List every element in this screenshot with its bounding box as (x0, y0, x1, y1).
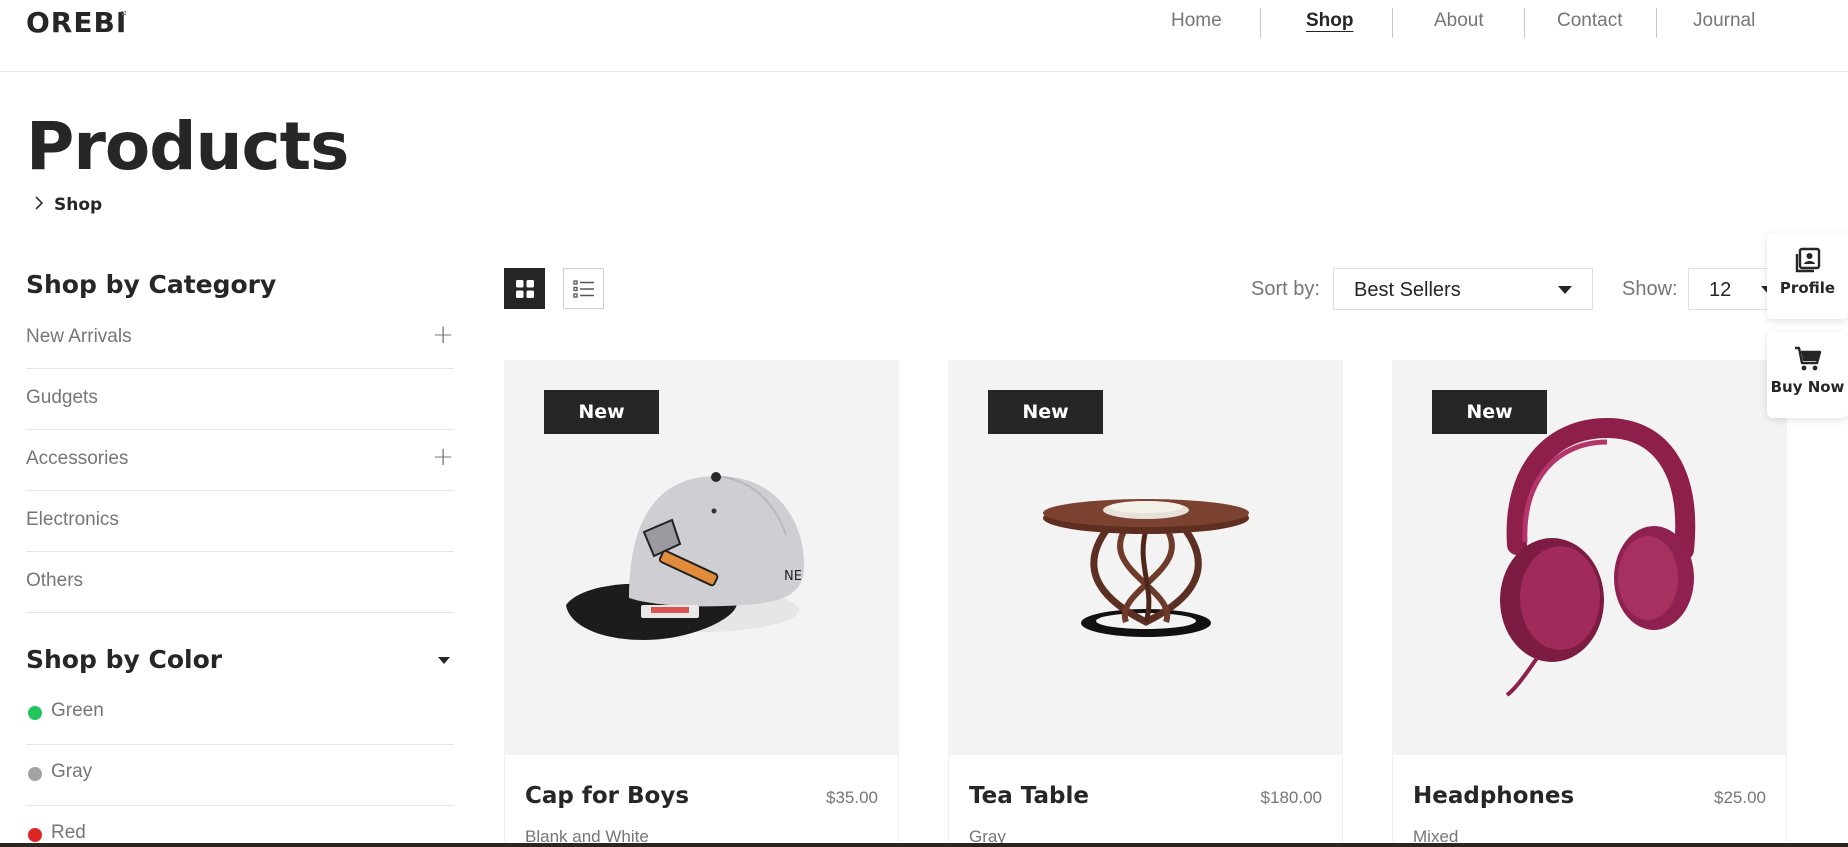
product-price: $25.00 (1714, 788, 1766, 807)
grid-icon (515, 279, 534, 298)
breadcrumb-current[interactable]: Shop (54, 195, 102, 215)
nav-divider (1656, 8, 1657, 38)
site-header: OREBI ⠶ Home Shop About Contact Journal (0, 0, 1848, 72)
nav-about[interactable]: About (1434, 10, 1484, 32)
product-image[interactable]: NE New (504, 360, 899, 755)
cart-icon (1794, 346, 1821, 371)
product-info: Headphones $25.00 Mixed (1392, 755, 1787, 847)
grid-view-button[interactable] (504, 268, 545, 309)
nav-divider (1524, 8, 1525, 38)
nav-divider (1392, 8, 1393, 38)
caret-down-icon (1558, 286, 1572, 294)
category-label: Electronics (26, 509, 119, 530)
product-card[interactable]: NE New Cap for Boys $35.00 Blank and Whi… (504, 360, 899, 847)
product-card[interactable]: New Headphones $25.00 Mixed (1392, 360, 1787, 847)
nav-journal[interactable]: Journal (1693, 10, 1755, 32)
product-info: Tea Table $180.00 Gray (948, 755, 1343, 847)
new-badge: New (988, 390, 1103, 434)
logo-mark-icon: ⠶ (120, 8, 128, 19)
svg-text:NE: NE (784, 569, 802, 584)
nav-home[interactable]: Home (1171, 10, 1222, 32)
product-image[interactable]: New (948, 360, 1343, 755)
nav-divider (1260, 8, 1261, 38)
color-label: Green (51, 700, 104, 721)
category-electronics[interactable]: Electronics (26, 491, 454, 552)
buy-now-button[interactable]: Buy Now (1767, 332, 1848, 418)
color-swatch (28, 828, 42, 842)
product-name[interactable]: Tea Table (969, 783, 1089, 809)
buy-now-label: Buy Now (1770, 378, 1845, 396)
color-label: Gray (51, 761, 93, 782)
page-title: Products (26, 108, 349, 185)
category-new-arrivals[interactable]: New Arrivals + (26, 308, 454, 369)
list-view-button[interactable] (563, 268, 604, 309)
product-price: $35.00 (826, 788, 878, 807)
expand-plus-icon[interactable]: + (432, 320, 454, 350)
category-gudgets[interactable]: Gudgets (26, 369, 454, 430)
sort-select[interactable]: Best Sellers (1333, 268, 1593, 310)
category-accessories[interactable]: Accessories + (26, 430, 454, 491)
new-badge: New (544, 390, 659, 434)
nav-contact[interactable]: Contact (1557, 10, 1622, 32)
product-name[interactable]: Headphones (1413, 783, 1574, 809)
category-others[interactable]: Others (26, 552, 454, 613)
profile-button[interactable]: Profile (1767, 233, 1848, 319)
color-label: Red (51, 822, 86, 843)
category-label: Gudgets (26, 387, 98, 408)
color-swatch (28, 767, 42, 781)
product-card[interactable]: New Tea Table $180.00 Gray (948, 360, 1343, 847)
color-heading[interactable]: Shop by Color (26, 645, 222, 674)
nav-shop[interactable]: Shop (1306, 10, 1354, 32)
caret-down-icon[interactable] (438, 657, 450, 664)
show-label: Show: (1622, 278, 1678, 300)
logo[interactable]: OREBI (26, 6, 127, 39)
product-info: Cap for Boys $35.00 Blank and White (504, 755, 899, 847)
taskbar-edge (0, 843, 1848, 847)
breadcrumb: Shop (34, 195, 102, 215)
category-label: New Arrivals (26, 326, 132, 347)
product-price: $180.00 (1260, 788, 1322, 807)
category-label: Others (26, 570, 84, 591)
sort-value: Best Sellers (1354, 279, 1461, 301)
color-green[interactable]: Green (26, 684, 454, 745)
show-value: 12 (1709, 279, 1732, 301)
list-icon (572, 279, 594, 298)
product-name[interactable]: Cap for Boys (525, 783, 689, 809)
product-image[interactable]: New (1392, 360, 1787, 755)
new-badge: New (1432, 390, 1547, 434)
profile-icon (1795, 247, 1820, 273)
category-heading: Shop by Category (26, 270, 277, 299)
color-swatch (28, 706, 42, 720)
expand-plus-icon[interactable]: + (432, 442, 454, 472)
sort-label: Sort by: (1251, 278, 1320, 300)
color-red[interactable]: Red (26, 806, 454, 847)
color-gray[interactable]: Gray (26, 745, 454, 806)
profile-label: Profile (1779, 279, 1836, 297)
chevron-right-icon (34, 196, 44, 214)
category-label: Accessories (26, 448, 129, 469)
